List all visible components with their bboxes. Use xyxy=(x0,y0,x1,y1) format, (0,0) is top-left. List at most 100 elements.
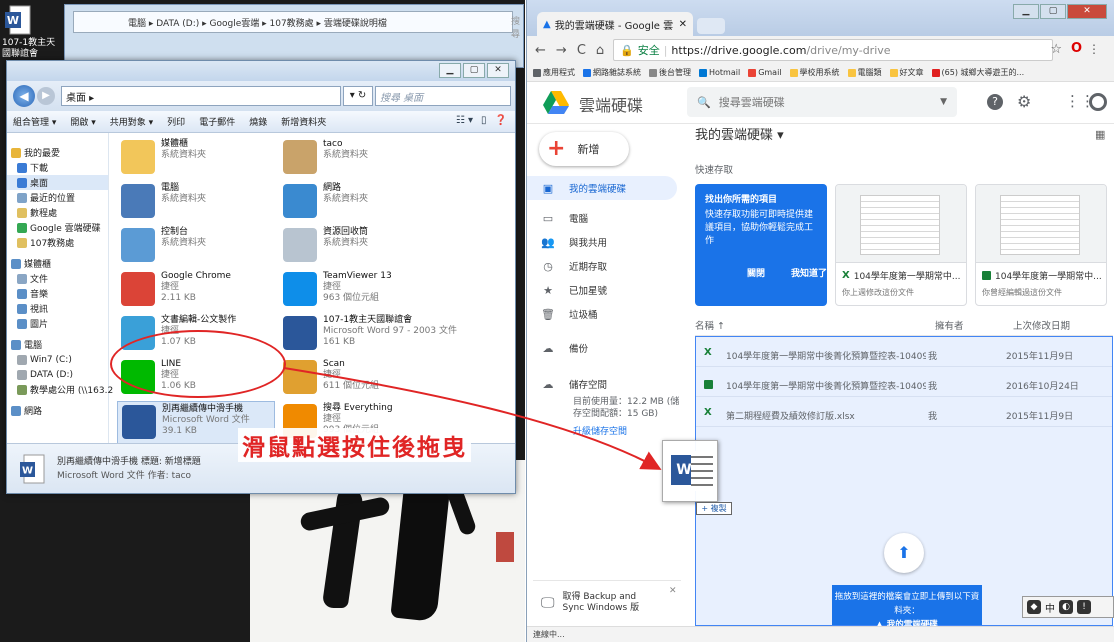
nav-item[interactable]: 文件 xyxy=(7,271,108,286)
toolbar-item[interactable]: 燒錄 xyxy=(249,115,267,128)
sidebar-item[interactable]: ☁ 備份 xyxy=(527,336,677,360)
sidebar-item[interactable]: 👥 與我共用 xyxy=(527,230,677,254)
nav-item[interactable]: 音樂 xyxy=(7,286,108,301)
sidebar-item[interactable]: 🗑 垃圾桶 xyxy=(527,302,677,326)
grid-view-icon[interactable]: ▦ xyxy=(1095,128,1105,141)
my-drive-title[interactable]: 我的雲端硬碟 ▾ xyxy=(695,124,784,143)
minimize-button[interactable]: ▁ xyxy=(1013,4,1039,19)
nav-item[interactable]: DATA (D:) xyxy=(7,367,108,382)
bookmark-item[interactable]: Hotmail xyxy=(699,68,740,77)
desktop-file-label[interactable]: 107-1教主天 國聯誼會 xyxy=(2,38,62,60)
bookmark-item[interactable]: 應用程式 xyxy=(533,67,575,78)
file-item[interactable]: 控制台 系統資料夾 xyxy=(117,225,275,269)
quick-access-card[interactable]: 104學年度第一學期常中... 你曾經編輯過這份文件 xyxy=(975,184,1107,306)
nav-item[interactable]: 視訊 xyxy=(7,301,108,316)
settings-gear-icon[interactable]: ⚙ xyxy=(1017,92,1031,111)
ime-toolbar[interactable]: ◆ 中 ◐ ! xyxy=(1022,596,1114,618)
close-button[interactable]: ✕ xyxy=(1067,4,1107,19)
preview-pane-icon[interactable]: ▯ xyxy=(481,115,487,126)
ime-logo-icon[interactable]: ◆ xyxy=(1027,600,1041,614)
new-button[interactable]: + 新增 xyxy=(539,132,629,166)
drive-search-input[interactable]: 🔍 搜尋雲端硬碟 ▼ xyxy=(687,87,957,117)
back-button[interactable]: ◀ xyxy=(13,85,35,107)
column-modified[interactable]: 上次修改日期 xyxy=(1013,318,1070,332)
back-icon[interactable]: ← xyxy=(535,43,546,58)
background-address-bar[interactable]: 電腦 ▸ DATA (D:) ▸ Google雲端 ▸ 107教務處 ▸ 雲端硬… xyxy=(73,11,513,33)
toolbar-item[interactable]: 電子郵件 xyxy=(199,115,235,128)
promo-dismiss-button[interactable]: 關閉 xyxy=(747,268,765,281)
file-item[interactable]: 電腦 系統資料夾 xyxy=(117,181,275,225)
table-row[interactable]: 104學年度第一學期常中後菁化預算暨控表-1040917... 我 2016年10月… xyxy=(696,371,1112,397)
bookmark-star-icon[interactable]: ☆ xyxy=(1050,42,1062,57)
chrome-menu-icon[interactable]: ⋮ xyxy=(1088,42,1100,56)
view-options-icon[interactable]: ☷ ▾ xyxy=(456,115,473,126)
nav-item[interactable]: 下載 xyxy=(7,160,108,175)
minimize-button[interactable]: ▁ xyxy=(439,63,461,78)
toolbar-item[interactable]: 新增資料夾 xyxy=(281,115,326,128)
nav-item[interactable]: Google 雲端硬碟 xyxy=(7,220,108,235)
nav-item[interactable]: 桌面 xyxy=(7,175,108,190)
file-item[interactable]: 網路 系統資料夾 xyxy=(279,181,507,225)
drive-product-name[interactable]: 雲端硬碟 xyxy=(579,92,643,116)
home-icon[interactable]: ⌂ xyxy=(596,43,604,58)
bookmark-item[interactable]: 網路雜誌系統 xyxy=(583,67,641,78)
maximize-button[interactable]: ▢ xyxy=(1040,4,1066,19)
file-item[interactable]: taco 系統資料夾 xyxy=(279,137,507,181)
maximize-button[interactable]: ▢ xyxy=(463,63,485,78)
help-icon[interactable]: ? xyxy=(987,94,1003,110)
file-item[interactable]: Google Chrome 捷徑 2.11 KB xyxy=(117,269,275,313)
refresh-button[interactable]: ▾ ↻ xyxy=(343,86,373,106)
file-item[interactable]: 媒體櫃 系統資料夾 xyxy=(117,137,275,181)
file-item[interactable]: 資源回收筒 系統資料夾 xyxy=(279,225,507,269)
backup-sync-promo[interactable]: 🖵 取得 Backup and Sync Windows 版 xyxy=(533,580,681,624)
toolbar-item[interactable]: 共用對象 ▾ xyxy=(110,115,153,128)
background-explorer-window[interactable]: 電腦 ▸ DATA (D:) ▸ Google雲端 ▸ 107教務處 ▸ 雲端硬… xyxy=(64,4,524,68)
toolbar-item[interactable]: 列印 xyxy=(167,115,185,128)
url-bar[interactable]: 🔒 安全 | https://drive.google.com/drive/my… xyxy=(613,39,1053,61)
opera-extension-icon[interactable]: O xyxy=(1071,41,1082,56)
forward-button[interactable]: ▶ xyxy=(37,87,55,105)
close-button[interactable]: ✕ xyxy=(487,63,509,78)
column-name[interactable]: 名稱 ↑ xyxy=(695,318,725,332)
browser-tab[interactable]: ▲ 我的雲端硬碟 - Google 雲 ✕ xyxy=(537,12,693,36)
toolbar-item[interactable]: 開啟 ▾ xyxy=(70,115,95,128)
bookmark-item[interactable]: 好文章 xyxy=(889,67,924,78)
ime-halfwidth-icon[interactable]: ◐ xyxy=(1059,600,1073,614)
nav-item[interactable]: 媒體櫃 xyxy=(7,256,108,271)
nav-item[interactable]: 107教務處 xyxy=(7,235,108,250)
search-input[interactable]: 搜尋 桌面 xyxy=(375,86,511,106)
word-document-icon[interactable]: W xyxy=(4,4,32,36)
sidebar-item[interactable]: ▭ 電腦 xyxy=(527,206,677,230)
table-row[interactable]: X 104學年度第一學期常中後菁化預算暨控表-1040917... 我 2015年11… xyxy=(696,341,1112,367)
nav-item[interactable]: 網路 xyxy=(7,403,108,418)
upload-drop-zone[interactable]: X 104學年度第一學期常中後菁化預算暨控表-1040917... 我 2015年11… xyxy=(695,336,1113,630)
search-options-icon[interactable]: ▼ xyxy=(940,97,947,107)
table-row[interactable]: X 第二期程經費及績效修訂版.xlsx 我 2015年11月9日 xyxy=(696,401,1112,427)
file-item[interactable]: 107-1教主天國聯誼會 Microsoft Word 97 - 2003 文件 1… xyxy=(279,313,507,357)
bookmark-item[interactable]: 電腦類 xyxy=(847,67,882,78)
close-icon[interactable]: ✕ xyxy=(669,586,677,596)
nav-item[interactable]: 電腦 xyxy=(7,337,108,352)
toolbar-item[interactable]: 組合管理 ▾ xyxy=(13,115,56,128)
nav-item[interactable]: 我的最愛 xyxy=(7,145,108,160)
explorer-titlebar[interactable]: ▁ ▢ ✕ xyxy=(7,61,515,81)
bookmark-item[interactable]: 後台管理 xyxy=(649,67,691,78)
nav-item[interactable]: 最近的位置 xyxy=(7,190,108,205)
bookmark-item[interactable]: Gmail xyxy=(748,68,782,77)
file-item[interactable]: TeamViewer 13 捷徑 963 個位元組 xyxy=(279,269,507,313)
address-bar[interactable]: 桌面 ▸ xyxy=(61,86,341,106)
sidebar-item[interactable]: ◷ 近期存取 xyxy=(527,254,677,278)
nav-item[interactable]: 數程處 xyxy=(7,205,108,220)
bookmark-item[interactable]: 學校用系統 xyxy=(789,67,840,78)
background-search[interactable]: 搜尋 xyxy=(511,14,523,40)
bookmark-item[interactable]: (65) 城鄉大導遊王的... xyxy=(931,67,1024,78)
column-owner[interactable]: 擁有者 xyxy=(935,318,964,332)
google-drive-logo-icon[interactable] xyxy=(543,91,569,114)
new-tab-button[interactable] xyxy=(697,18,725,34)
close-tab-icon[interactable]: ✕ xyxy=(679,19,687,30)
reload-icon[interactable]: C xyxy=(577,43,586,58)
nav-item[interactable]: 圖片 xyxy=(7,316,108,331)
forward-icon[interactable]: → xyxy=(556,43,567,58)
help-icon[interactable]: ❓ xyxy=(495,115,507,126)
ime-mode[interactable]: 中 xyxy=(1045,600,1055,615)
